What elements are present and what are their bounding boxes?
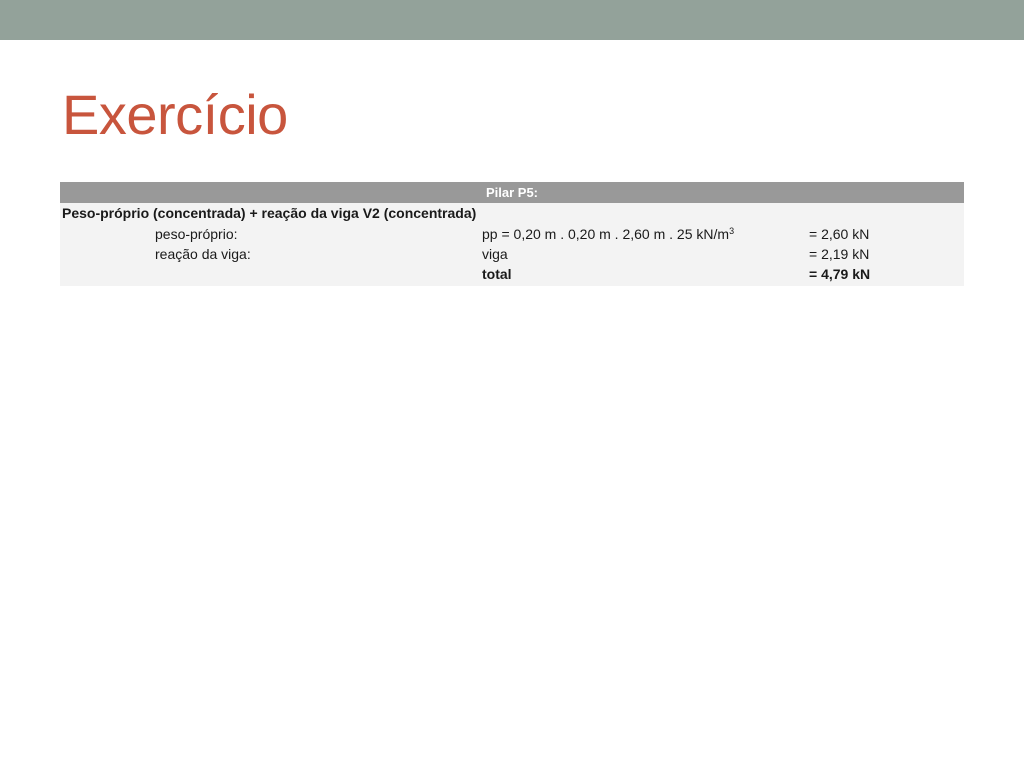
- top-bar: [0, 0, 1024, 40]
- row-label: peso-próprio:: [155, 226, 238, 242]
- row-result: = 2,19 kN: [809, 246, 870, 262]
- table-row: reação da viga: viga = 2,19 kN: [60, 244, 964, 264]
- row-formula-exponent: 3: [729, 226, 735, 236]
- slide: Exercício Pilar P5: Peso-próprio (concen…: [0, 0, 1024, 768]
- slide-title: Exercício: [62, 83, 288, 146]
- total-label: total: [482, 266, 512, 282]
- row-formula-text: pp = 0,20 m . 0,20 m . 2,60 m . 25 kN/m: [482, 226, 730, 242]
- load-table: Pilar P5: Peso-próprio (concentrada) + r…: [60, 182, 964, 286]
- table-row-total: total = 4,79 kN: [60, 264, 964, 286]
- row-formula: viga: [482, 246, 508, 262]
- table-row: peso-próprio: pp = 0,20 m . 0,20 m . 2,6…: [60, 224, 964, 244]
- table-header: Pilar P5:: [60, 182, 964, 203]
- row-formula: pp = 0,20 m . 0,20 m . 2,60 m . 25 kN/m3: [482, 224, 734, 244]
- row-result: = 2,60 kN: [809, 226, 870, 242]
- row-label: reação da viga:: [155, 246, 251, 262]
- total-result: = 4,79 kN: [809, 266, 871, 282]
- section-title: Peso-próprio (concentrada) + reação da v…: [62, 205, 477, 221]
